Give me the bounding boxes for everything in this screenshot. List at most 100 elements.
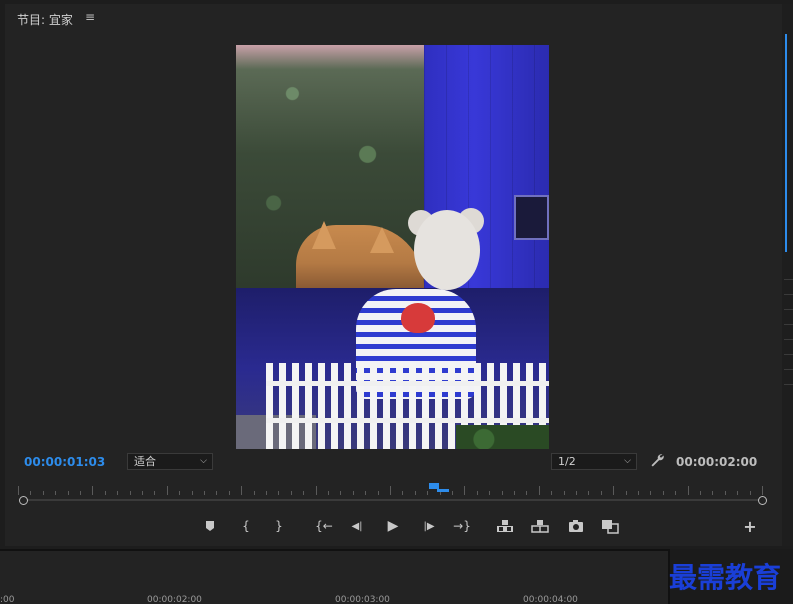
dog-ear-shape bbox=[370, 227, 394, 253]
scroll-handle-right[interactable] bbox=[758, 496, 767, 505]
ruler-tick bbox=[30, 491, 32, 495]
ruler-tick bbox=[328, 491, 329, 495]
ruler-tick bbox=[42, 491, 44, 495]
ruler-tick bbox=[92, 486, 94, 495]
chevron-down-icon: ⌵ bbox=[624, 456, 631, 466]
ruler-tick bbox=[154, 491, 156, 495]
ruler-tick bbox=[80, 491, 81, 495]
ruler-tick bbox=[538, 486, 540, 495]
extract-icon[interactable] bbox=[529, 515, 551, 537]
program-monitor-panel: 节目: 宜家 ≡ bbox=[5, 4, 782, 546]
lift-icon[interactable] bbox=[494, 515, 516, 537]
ruler-tick bbox=[551, 491, 553, 495]
playhead-icon[interactable] bbox=[429, 482, 451, 494]
wrench-icon[interactable] bbox=[649, 452, 665, 468]
add-marker-icon[interactable] bbox=[199, 515, 221, 537]
ruler-tick bbox=[278, 491, 280, 495]
ruler-tick bbox=[489, 491, 491, 495]
ruler-tick bbox=[253, 491, 255, 495]
ruler-tick bbox=[501, 491, 503, 495]
bear-head-shape bbox=[414, 210, 480, 290]
ruler-tick bbox=[737, 491, 739, 495]
play-button[interactable]: ▶ bbox=[382, 515, 404, 537]
ruler-tick bbox=[476, 491, 478, 495]
ruler-tick bbox=[191, 491, 193, 495]
camera-icon[interactable] bbox=[565, 515, 587, 537]
ruler-tick bbox=[662, 491, 664, 495]
ruler-tick bbox=[625, 491, 627, 495]
ruler-tick bbox=[724, 491, 726, 495]
ruler-tick bbox=[67, 491, 69, 495]
ruler-tick bbox=[204, 491, 205, 495]
ruler-tick bbox=[142, 491, 143, 495]
compare-view-icon[interactable] bbox=[599, 515, 621, 537]
timeline-time-label: 00:00:03:00 bbox=[335, 595, 390, 604]
video-preview[interactable] bbox=[236, 45, 549, 449]
ruler-tick bbox=[464, 486, 466, 495]
ruler-tick bbox=[365, 491, 367, 495]
resolution-value: 1/2 bbox=[558, 455, 576, 468]
ruler-tick bbox=[588, 491, 590, 495]
ruler-tick bbox=[514, 491, 515, 495]
ruler-tick bbox=[303, 491, 305, 495]
scroll-handle-left[interactable] bbox=[19, 496, 28, 505]
step-forward-button[interactable]: |▶ bbox=[418, 515, 440, 537]
ruler-tick bbox=[377, 491, 379, 495]
timeline-time-label: 00:00:02:00 bbox=[147, 595, 202, 604]
ruler-tick bbox=[600, 491, 602, 495]
zoom-scroll-bar[interactable] bbox=[18, 496, 768, 505]
ruler-tick bbox=[613, 486, 615, 495]
timeline-panel[interactable]: :00 00:00:02:00 00:00:03:00 00:00:04:00 bbox=[0, 549, 668, 604]
ruler-tick bbox=[749, 491, 751, 495]
ruler-tick bbox=[104, 491, 106, 495]
button-editor-add-icon[interactable]: + bbox=[739, 515, 761, 537]
go-to-in-button[interactable]: {← bbox=[313, 515, 335, 537]
ruler-tick bbox=[563, 491, 565, 495]
ruler-tick bbox=[402, 491, 404, 495]
ruler-tick bbox=[638, 491, 639, 495]
ruler-tick bbox=[352, 491, 354, 495]
ruler-tick bbox=[228, 491, 230, 495]
ruler-tick bbox=[129, 491, 131, 495]
panel-title[interactable]: 节目: 宜家 bbox=[17, 11, 73, 28]
ruler-tick bbox=[390, 486, 391, 495]
timeline-time-label: 00:00:04:00 bbox=[523, 595, 578, 604]
ruler-tick bbox=[576, 491, 577, 495]
dog-ear-shape bbox=[312, 221, 336, 249]
ruler-tick bbox=[700, 491, 701, 495]
transport-controls: { } {← ◀| ▶ |▶ →} + bbox=[0, 515, 793, 537]
ruler-tick bbox=[266, 491, 267, 495]
timeline-time-label: :00 bbox=[0, 595, 15, 604]
ruler-tick bbox=[414, 491, 416, 495]
preview-tile-plants bbox=[236, 45, 424, 288]
bush-shape bbox=[456, 425, 549, 449]
duration-timecode: 00:00:02:00 bbox=[676, 455, 758, 469]
playback-resolution-select[interactable]: 1/2 ⌵ bbox=[551, 453, 637, 470]
ruler-tick bbox=[290, 491, 292, 495]
ruler-tick bbox=[241, 486, 243, 495]
bear-heart-shape bbox=[401, 303, 435, 333]
go-to-out-button[interactable]: →} bbox=[451, 515, 473, 537]
ruler-tick bbox=[650, 491, 652, 495]
mark-in-button[interactable]: { bbox=[235, 515, 257, 537]
current-timecode[interactable]: 00:00:01:03 bbox=[24, 455, 105, 469]
ruler-tick bbox=[216, 491, 218, 495]
zoom-level-select[interactable]: 适合 ⌵ bbox=[127, 453, 213, 470]
ruler-tick bbox=[712, 491, 714, 495]
ruler-tick bbox=[18, 486, 19, 495]
ruler-tick bbox=[179, 491, 181, 495]
right-panel-edge bbox=[782, 4, 793, 546]
active-panel-indicator bbox=[785, 34, 787, 252]
mark-out-button[interactable]: } bbox=[268, 515, 290, 537]
time-ruler[interactable] bbox=[18, 483, 766, 495]
ruler-tick bbox=[55, 491, 57, 495]
chevron-down-icon: ⌵ bbox=[200, 456, 207, 466]
ruler-tick bbox=[340, 491, 342, 495]
watermark-logo: 最需教育 bbox=[669, 561, 782, 594]
panel-menu-icon[interactable]: ≡ bbox=[85, 10, 95, 24]
ruler-tick bbox=[526, 491, 528, 495]
ruler-tick bbox=[166, 486, 168, 495]
step-back-button[interactable]: ◀| bbox=[346, 515, 368, 537]
ruler-tick bbox=[117, 491, 119, 495]
ruler-tick bbox=[315, 486, 317, 495]
